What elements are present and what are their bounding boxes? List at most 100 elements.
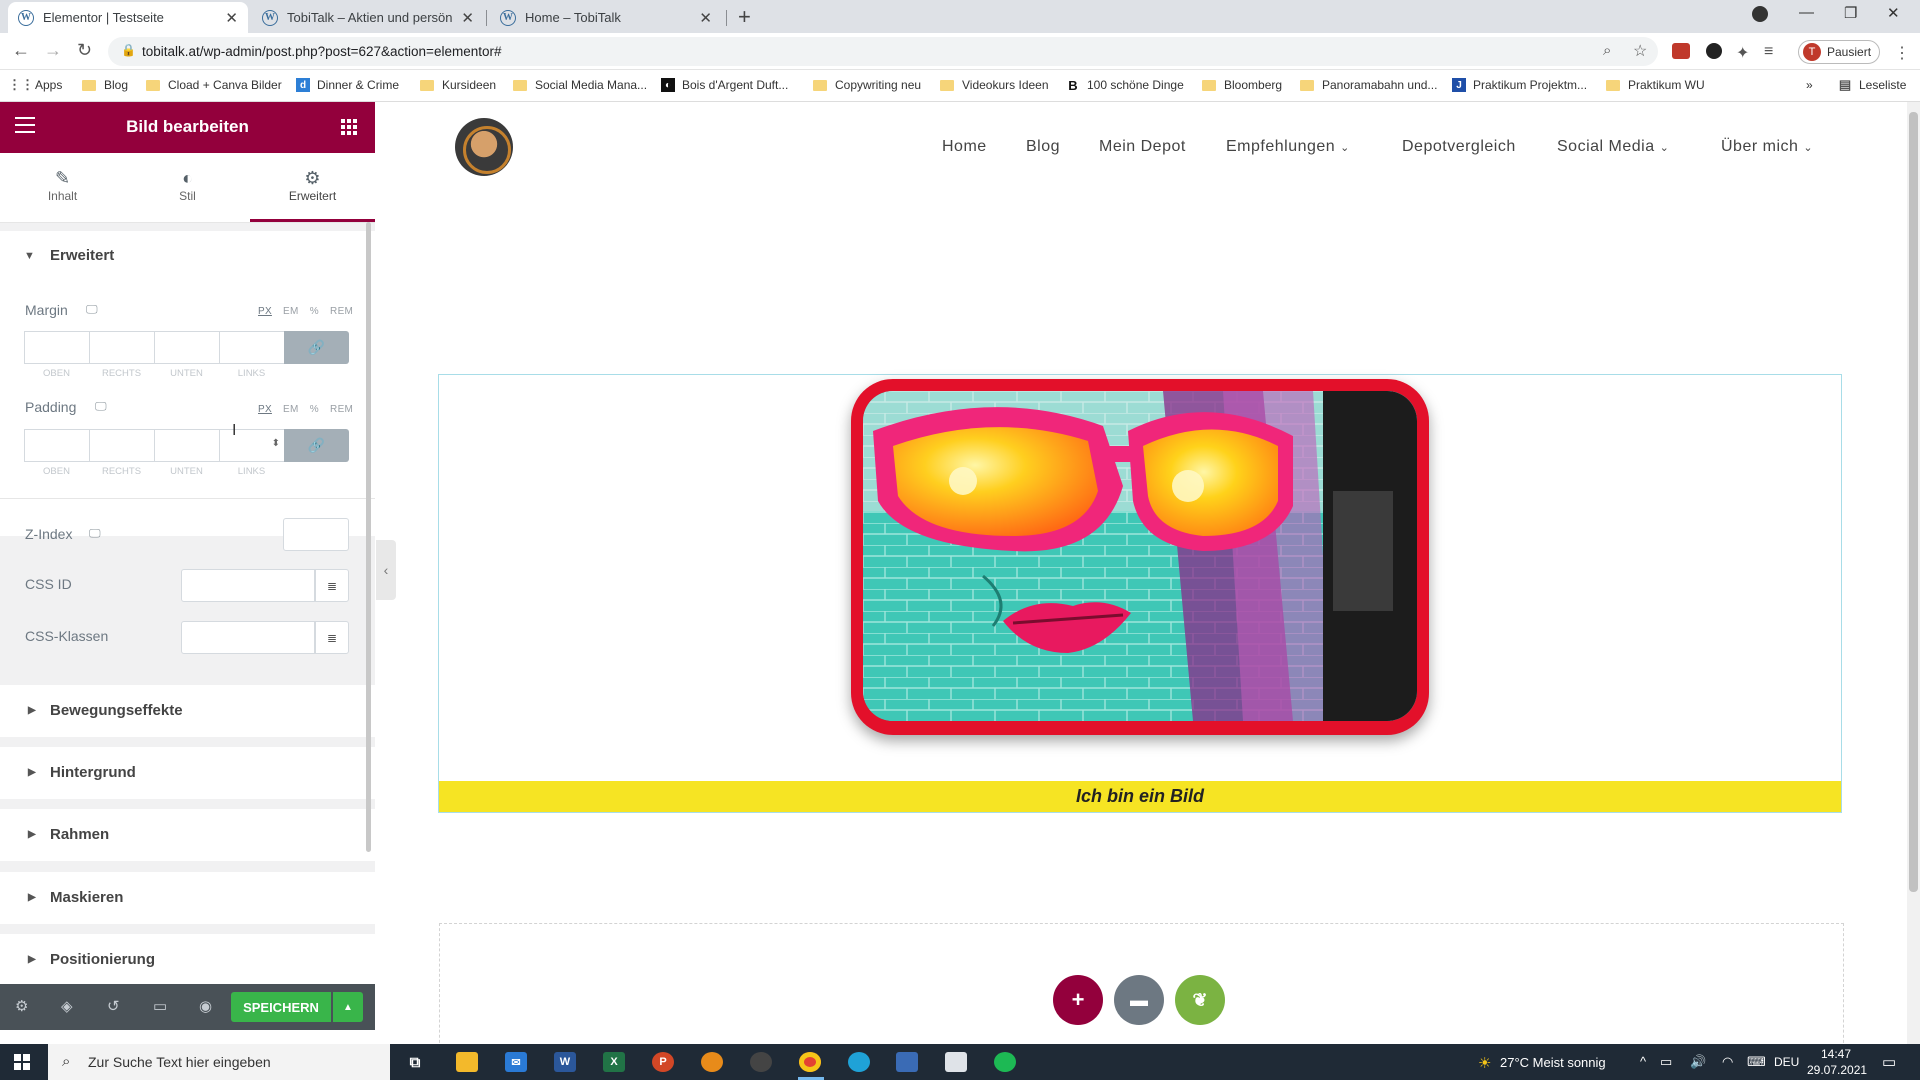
- nav-depotvergleich[interactable]: Depotvergleich: [1402, 138, 1516, 156]
- bookmark-item[interactable]: ◐ Bois d'Argent Duft...: [661, 78, 788, 92]
- notification-center-icon[interactable]: ▭: [1882, 1053, 1896, 1071]
- powerpoint-icon[interactable]: P: [652, 1052, 674, 1072]
- panel-collapse-chevron-icon[interactable]: ‹: [376, 540, 396, 600]
- bookmark-item[interactable]: B 100 schöne Dinge: [1066, 78, 1183, 93]
- minimize-button[interactable]: —: [1799, 4, 1814, 21]
- weather-text[interactable]: 27°C Meist sonnig: [1500, 1055, 1606, 1070]
- margin-top-input[interactable]: [24, 331, 89, 364]
- back-icon[interactable]: ←: [12, 40, 30, 61]
- stepper-arrows-icon[interactable]: ⬍: [272, 438, 280, 449]
- spotify-icon[interactable]: [994, 1052, 1016, 1072]
- panel-scrollbar[interactable]: [366, 222, 371, 852]
- mail-icon[interactable]: ✉: [505, 1052, 527, 1072]
- clock-date[interactable]: 29.07.2021: [1807, 1063, 1867, 1077]
- network-icon[interactable]: ▭: [1660, 1054, 1672, 1070]
- forward-icon[interactable]: →: [44, 40, 62, 61]
- tray-chevron-icon[interactable]: ^: [1640, 1054, 1646, 1069]
- reading-list-button[interactable]: ▤ Leseliste: [1838, 77, 1907, 92]
- responsive-desktop-icon[interactable]: 🖵: [89, 526, 101, 541]
- notepad-icon[interactable]: [945, 1052, 967, 1072]
- scrollbar-thumb[interactable]: [1909, 112, 1918, 892]
- bookmark-item[interactable]: Copywriting neu: [813, 78, 921, 92]
- add-template-folder-icon[interactable]: ▬: [1114, 975, 1164, 1025]
- dynamic-tags-icon[interactable]: ≣: [315, 621, 349, 654]
- section-maskieren[interactable]: ▶ Maskieren: [0, 872, 375, 924]
- bookmark-item[interactable]: Panoramabahn und...: [1300, 78, 1437, 92]
- save-options-caret-icon[interactable]: ▲: [333, 992, 363, 1022]
- z-index-input[interactable]: [283, 518, 349, 551]
- image-widget-section[interactable]: Ich bin ein Bild: [438, 374, 1842, 813]
- add-section-button[interactable]: +: [1053, 975, 1103, 1025]
- app-icon[interactable]: [701, 1052, 723, 1072]
- new-tab-button[interactable]: +: [738, 4, 751, 30]
- weather-sun-icon[interactable]: ☀: [1478, 1054, 1491, 1072]
- bookmark-item[interactable]: Bloomberg: [1202, 78, 1282, 92]
- file-explorer-icon[interactable]: [456, 1052, 478, 1072]
- padding-left-input[interactable]: ⬍: [219, 429, 284, 462]
- tab-elementor[interactable]: W Elementor | Testseite ✕: [8, 2, 248, 33]
- maximize-button[interactable]: ❐: [1844, 4, 1857, 22]
- tab-home-tobitalk[interactable]: W Home – TobiTalk ✕: [490, 2, 722, 33]
- nav-blog[interactable]: Blog: [1026, 138, 1060, 156]
- margin-bottom-input[interactable]: [154, 331, 219, 364]
- close-tab-icon[interactable]: ✕: [225, 9, 238, 27]
- nav-home[interactable]: Home: [942, 138, 987, 156]
- extension-icon[interactable]: [1672, 43, 1690, 59]
- tab-inhalt[interactable]: ✎ Inhalt: [0, 153, 125, 222]
- unit-em[interactable]: EM: [283, 404, 299, 415]
- bookmark-item[interactable]: Praktikum WU: [1606, 78, 1705, 92]
- tab-erweitert[interactable]: ⚙ Erweitert: [250, 153, 375, 222]
- tab-stil[interactable]: ◐ Stil: [125, 153, 250, 222]
- section-positionierung[interactable]: ▶ Positionierung: [0, 934, 375, 984]
- task-view-icon[interactable]: ⧉: [404, 1052, 426, 1072]
- unit-rem[interactable]: REM: [330, 306, 353, 317]
- section-rahmen[interactable]: ▶ Rahmen: [0, 809, 375, 861]
- css-classes-input[interactable]: [181, 621, 315, 654]
- bookmark-item[interactable]: Cload + Canva Bilder: [146, 78, 282, 92]
- windows-start-icon[interactable]: [14, 1054, 30, 1070]
- keyboard-icon[interactable]: ⌨: [1747, 1054, 1766, 1070]
- close-tab-icon[interactable]: ✕: [699, 9, 712, 27]
- reload-icon[interactable]: ↻: [77, 40, 92, 61]
- obs-icon[interactable]: [750, 1052, 772, 1072]
- preview-eye-icon[interactable]: ◉: [199, 997, 212, 1015]
- nav-mein-depot[interactable]: Mein Depot: [1099, 138, 1186, 156]
- bookmark-item[interactable]: Social Media Mana...: [513, 78, 647, 92]
- section-bewegungseffekte[interactable]: ▶ Bewegungseffekte: [0, 685, 375, 737]
- grammarly-icon[interactable]: [1706, 43, 1722, 59]
- nav-empfehlungen[interactable]: Empfehlungen ⌄: [1226, 138, 1350, 156]
- clock-time[interactable]: 14:47: [1821, 1047, 1851, 1061]
- padding-right-input[interactable]: [89, 429, 154, 462]
- chrome-icon[interactable]: [799, 1052, 821, 1072]
- bookmark-item[interactable]: Videokurs Ideen: [940, 78, 1049, 92]
- widgets-grid-icon[interactable]: [341, 119, 357, 135]
- history-icon[interactable]: ↺: [107, 997, 120, 1015]
- bookmark-item[interactable]: Kursideen: [420, 78, 496, 92]
- responsive-mode-icon[interactable]: ▭: [153, 997, 167, 1015]
- section-hintergrund[interactable]: ▶ Hintergrund: [0, 747, 375, 799]
- margin-left-input[interactable]: [219, 331, 284, 364]
- envato-kit-icon[interactable]: ❦: [1175, 975, 1225, 1025]
- close-window-button[interactable]: ✕: [1887, 4, 1900, 22]
- zoom-icon[interactable]: ⌕: [1603, 42, 1611, 59]
- dynamic-tags-icon[interactable]: ≣: [315, 569, 349, 602]
- css-id-input[interactable]: [181, 569, 315, 602]
- bookmark-item[interactable]: d Dinner & Crime: [296, 78, 399, 92]
- section-header-erweitert[interactable]: ▼ Erweitert: [0, 231, 375, 281]
- excel-icon[interactable]: X: [603, 1052, 625, 1072]
- unit-px[interactable]: PX: [258, 404, 272, 415]
- link-values-icon[interactable]: 🔗: [284, 331, 349, 364]
- margin-right-input[interactable]: [89, 331, 154, 364]
- nav-social-media[interactable]: Social Media ⌄: [1557, 138, 1669, 156]
- profile-button[interactable]: T Pausiert: [1798, 40, 1880, 64]
- omnibox[interactable]: 🔒 tobitalk.at/wp-admin/post.php?post=627…: [108, 37, 1658, 66]
- image-frame[interactable]: [851, 379, 1429, 735]
- navigator-layers-icon[interactable]: ◈: [61, 997, 73, 1015]
- language-indicator[interactable]: DEU: [1774, 1055, 1799, 1069]
- unit-px[interactable]: PX: [258, 306, 272, 317]
- bookmarks-overflow[interactable]: »: [1806, 78, 1813, 92]
- edge-icon[interactable]: [848, 1052, 870, 1072]
- tab-search-icon[interactable]: [1752, 6, 1768, 22]
- unit-percent[interactable]: %: [310, 306, 319, 317]
- unit-em[interactable]: EM: [283, 306, 299, 317]
